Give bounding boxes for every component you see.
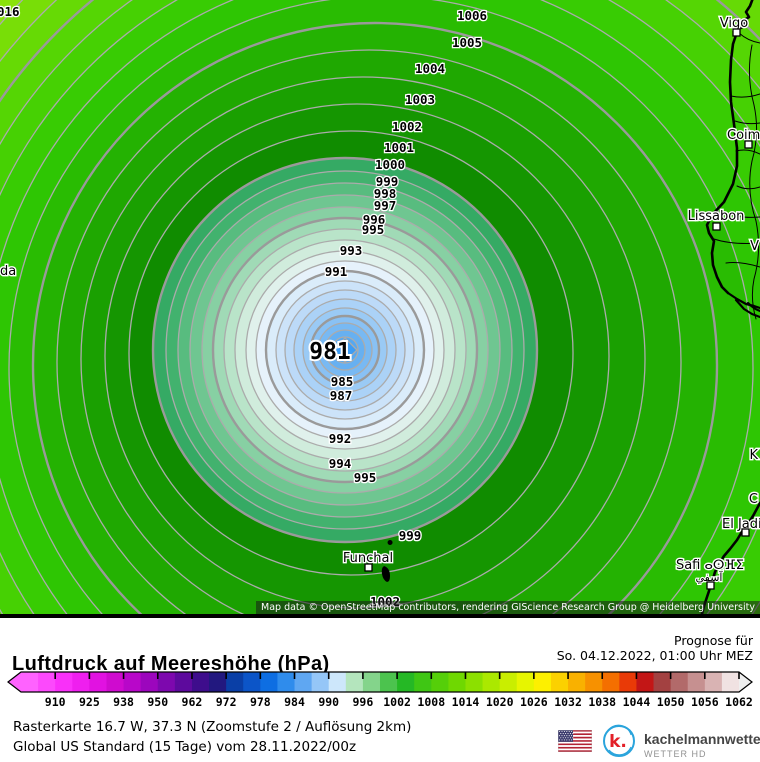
city-marker [713,223,720,230]
svg-text:016: 016 [0,4,20,19]
svg-text:1000: 1000 [375,157,405,172]
svg-text:994: 994 [329,456,352,471]
forecast-label: Prognose für [557,634,753,649]
svg-text:1002: 1002 [392,119,422,134]
pressure-map-canvas[interactable]: 0161006100510041003100210011000999998997… [0,0,760,615]
svg-text:1005: 1005 [452,35,482,50]
svg-text:da: da [0,264,16,279]
svg-text:1062: 1062 [725,695,753,709]
svg-text:1008: 1008 [417,695,445,709]
svg-text:981: 981 [309,339,351,365]
city-marker [745,141,752,148]
svg-text:K: K [749,448,758,463]
svg-text:1050: 1050 [657,695,685,709]
svg-text:995: 995 [354,470,377,485]
city-marker [707,582,714,589]
svg-text:925: 925 [79,695,100,709]
svg-text:V: V [750,239,759,254]
svg-text:1026: 1026 [520,695,548,709]
us-flag-icon [558,730,592,752]
svg-text:950: 950 [147,695,168,709]
svg-text:El Jadid: El Jadid [722,517,760,532]
forecast-time: So. 04.12.2022, 01:00 Uhr MEZ [557,649,753,664]
raster-info: Rasterkarte 16.7 W, 37.3 N (Zoomstufe 2 … [13,719,411,735]
svg-text:978: 978 [250,695,271,709]
svg-text:1044: 1044 [623,695,651,709]
svg-text:910: 910 [45,695,66,709]
svg-text:Coimb: Coimb [727,128,760,143]
svg-text:972: 972 [216,695,237,709]
svg-text:996: 996 [353,695,374,709]
weather-map[interactable]: 0161006100510041003100210011000999998997… [0,0,760,618]
svg-text:k.: k. [609,732,627,752]
svg-text:990: 990 [318,695,339,709]
city-marker [365,564,372,571]
kachelmann-logo-icon: k. [601,723,637,759]
svg-text:938: 938 [113,695,134,709]
svg-text:C: C [749,492,758,507]
svg-text:995: 995 [362,222,385,237]
map-bottom-border [0,614,760,618]
forecast-info: Prognose für So. 04.12.2022, 01:00 Uhr M… [557,634,753,663]
pressure-color-scale: 910 925 938 950 962 972 978 984 990 996 1002 1008 10… [0,668,760,712]
brand-domain: kachelmannwetter.com [644,732,760,747]
map-attribution[interactable]: Map data © OpenStreetMap contributors, r… [256,601,760,614]
city-marker [733,29,740,36]
svg-text:997: 997 [374,198,397,213]
svg-text:1020: 1020 [486,695,514,709]
svg-text:Lissabon: Lissabon [688,209,745,224]
city-marker [742,529,749,536]
svg-text:1001: 1001 [384,140,414,155]
svg-text:987: 987 [330,388,353,403]
svg-text:1056: 1056 [691,695,719,709]
svg-text:999: 999 [399,528,422,543]
svg-text:1004: 1004 [415,61,445,76]
isobar-rings [0,0,760,615]
brand-block: kachelmannwetter.com WETTER HD [644,732,760,762]
svg-text:991: 991 [325,264,348,279]
model-info: Global US Standard (15 Tage) vom 28.11.2… [13,739,356,755]
svg-text:984: 984 [284,695,305,709]
svg-text:1002: 1002 [383,695,411,709]
svg-text:993: 993 [340,243,363,258]
svg-text:1038: 1038 [588,695,616,709]
svg-text:1032: 1032 [554,695,582,709]
svg-text:1014: 1014 [452,695,480,709]
svg-text:1006: 1006 [457,8,487,23]
svg-text:1003: 1003 [405,92,435,107]
svg-text:985: 985 [331,374,354,389]
svg-text:992: 992 [329,431,352,446]
svg-text:962: 962 [182,695,203,709]
